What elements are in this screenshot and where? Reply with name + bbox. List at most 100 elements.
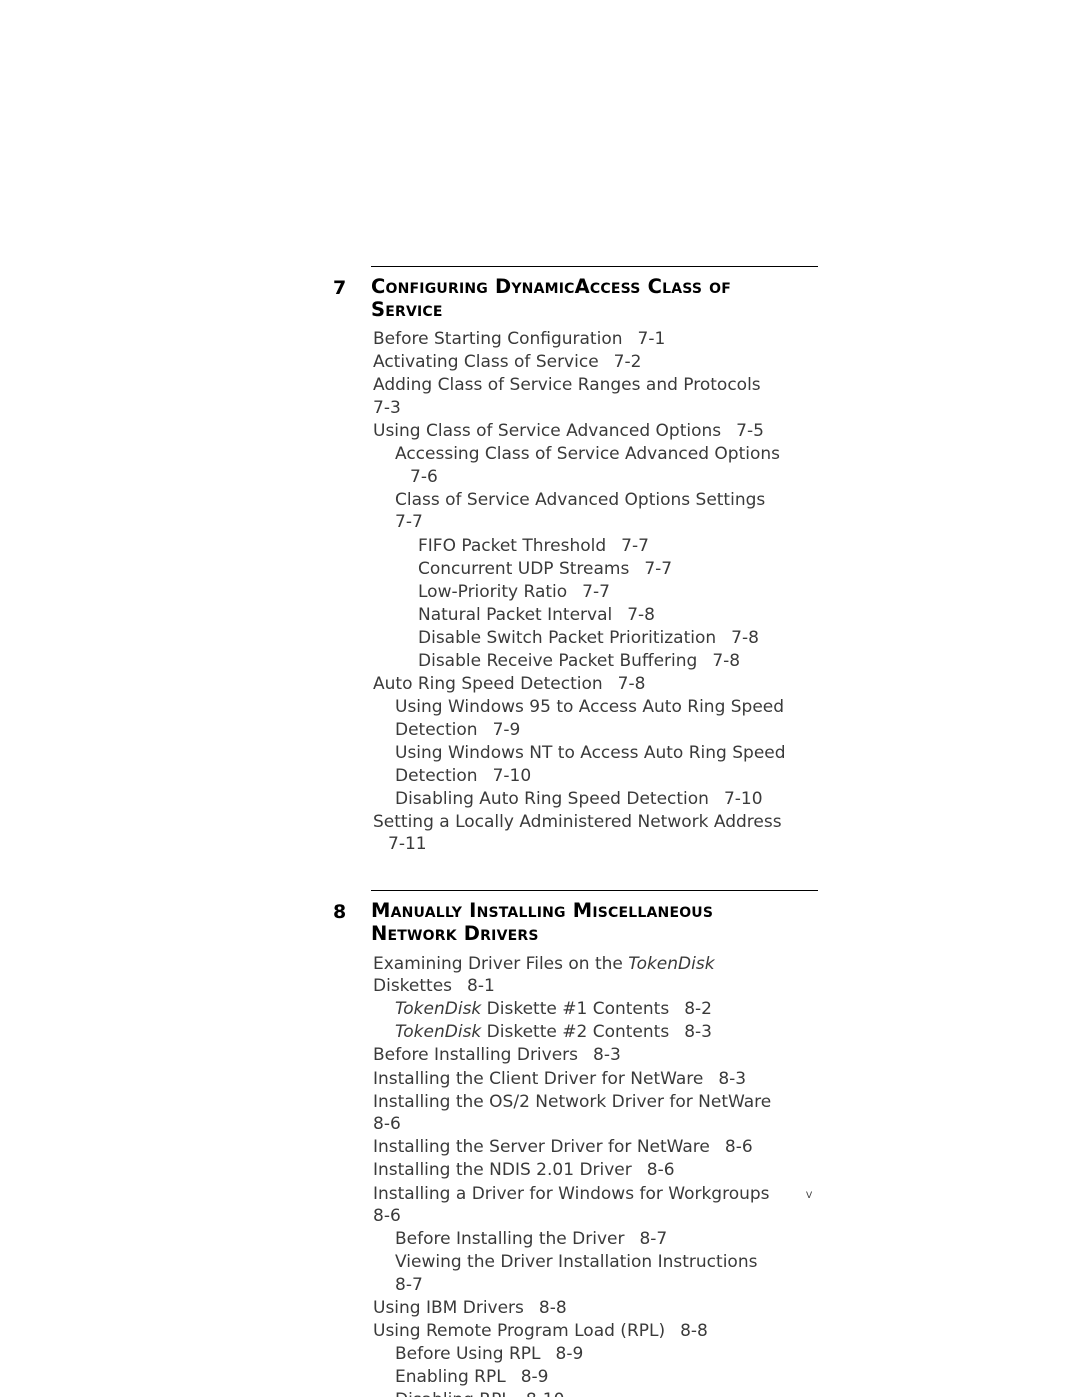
toc-entry-title: Enabling RPL [395, 1367, 506, 1388]
chapter-section: 7 Configuring DynamicAccess Class of Serv… [333, 266, 833, 856]
toc-entry[interactable]: Using Windows NT to Access Auto Ring Spe… [395, 742, 793, 788]
toc-entry[interactable]: Before Using RPL 8-9 [395, 1343, 793, 1366]
toc-entry-page-number: 7-8 [712, 651, 741, 672]
toc-entry-title: TokenDisk Diskette #1 Contents [395, 999, 670, 1020]
toc-entry[interactable]: TokenDisk Diskette #1 Contents 8-2 [395, 998, 793, 1021]
toc-entry-page-number: 8-2 [684, 999, 712, 1020]
chapter-number: 7 [333, 277, 347, 299]
toc-entry-title: Natural Packet Interval [418, 604, 613, 625]
chapter-heading[interactable]: 8 Manually Installing Miscellaneous Netwo… [333, 890, 833, 945]
toc-entry-title: Using Windows 95 to Access Auto Ring Spe… [395, 697, 785, 740]
footer-page-number: v [806, 1186, 813, 1202]
toc-entry-title: Disabling RPL [395, 1390, 511, 1397]
toc-entry[interactable]: TokenDisk Diskette #2 Contents 8-3 [395, 1021, 793, 1044]
chapter-heading[interactable]: 7 Configuring DynamicAccess Class of Serv… [333, 266, 833, 321]
toc-entry-title: Setting a Locally Administered Network A… [373, 811, 782, 832]
toc-entry-title: Adding Class of Service Ranges and Proto… [373, 375, 761, 396]
toc-entry-title: Auto Ring Speed Detection [373, 674, 603, 695]
toc-entry-page-number: 7-8 [617, 674, 646, 695]
toc-entry-page-number: 8-9 [555, 1344, 584, 1365]
toc-entry-title: Activating Class of Service [373, 352, 599, 373]
toc-entry[interactable]: Installing the NDIS 2.01 Driver 8-6 [373, 1159, 793, 1182]
toc-entry-page-number: 8-1 [467, 976, 495, 997]
toc-entry[interactable]: Installing the OS/2 Network Driver for N… [373, 1091, 793, 1137]
toc-entry[interactable]: Auto Ring Speed Detection 7-8 [373, 673, 793, 696]
toc-entry[interactable]: Disable Switch Packet Prioritization 7-8 [418, 627, 793, 650]
toc-entry-page-number: 8-6 [373, 1206, 401, 1227]
toc-entry-page-number: 8-10 [526, 1390, 565, 1397]
toc-entry-title: Before Installing Drivers [373, 1045, 579, 1066]
toc-entry[interactable]: Disabling Auto Ring Speed Detection 7-10 [395, 788, 793, 811]
toc-entry-title: Installing the OS/2 Network Driver for N… [373, 1091, 772, 1112]
toc-entry[interactable]: Enabling RPL 8-9 [395, 1366, 793, 1389]
toc-entry-title: Before Using RPL [395, 1344, 541, 1365]
toc-entry-title: Examining Driver Files on the TokenDisk … [373, 953, 715, 997]
chapter-entry-list: Examining Driver Files on the TokenDisk … [333, 953, 833, 1397]
toc-entry-page-number: 8-8 [538, 1298, 567, 1318]
toc-entry[interactable]: Activating Class of Service 7-2 [373, 351, 793, 374]
toc-entry[interactable]: Installing the Client Driver for NetWare… [373, 1068, 793, 1091]
toc-entry[interactable]: Accessing Class of Service Advanced Opti… [395, 443, 793, 489]
toc-entry-page-number: 7-6 [410, 466, 438, 487]
toc-entry[interactable]: Adding Class of Service Ranges and Proto… [373, 374, 793, 420]
toc-entry-title: Before Starting Configuration [373, 329, 623, 350]
toc-entry[interactable]: FIFO Packet Threshold 7-7 [418, 535, 793, 558]
toc-entry-title: Accessing Class of Service Advanced Opti… [395, 444, 781, 465]
toc-entry-title: Installing a Driver for Windows for Work… [373, 1183, 770, 1204]
toc-entry-page-number: 7-7 [582, 581, 610, 602]
toc-entry-page-number: 8-9 [520, 1367, 549, 1388]
toc-entry-title: Disable Receive Packet Buffering [418, 651, 698, 672]
toc-entry[interactable]: Using Windows 95 to Access Auto Ring Spe… [395, 696, 793, 742]
toc-entry[interactable]: Installing the Server Driver for NetWare… [373, 1136, 793, 1159]
chapter-rule [371, 266, 818, 267]
toc-entry-page-number: 7-7 [621, 535, 649, 556]
chapter-entry-list: Before Starting Configuration 7-1 Activati… [333, 328, 833, 856]
toc-entry[interactable]: Disabling RPL 8-10 [395, 1389, 793, 1397]
toc-entry[interactable]: Low-Priority Ratio 7-7 [418, 581, 793, 604]
toc-entry-page-number: 7-11 [388, 834, 427, 855]
toc-entry[interactable]: Natural Packet Interval 7-8 [418, 604, 793, 627]
chapter-number: 8 [333, 901, 347, 924]
toc-entry-title: Disable Switch Packet Prioritization [418, 627, 717, 648]
toc-entry[interactable]: Before Installing Drivers 8-3 [373, 1044, 793, 1067]
emphasized-term: TokenDisk [395, 1022, 482, 1043]
toc-entry[interactable]: Setting a Locally Administered Network A… [373, 811, 793, 857]
toc-entry-page-number: 7-3 [373, 398, 401, 418]
toc-entry-title: Using Class of Service Advanced Options [373, 421, 722, 442]
toc-entry[interactable]: Examining Driver Files on the TokenDisk … [373, 953, 793, 999]
toc-entry-page-number: 8-6 [724, 1137, 753, 1158]
toc-entry-title: Disabling Auto Ring Speed Detection [395, 788, 709, 809]
toc-entry[interactable]: Concurrent UDP Streams 7-7 [418, 558, 793, 581]
toc-entry[interactable]: Using IBM Drivers 8-8 [373, 1297, 793, 1320]
table-of-contents: 7 Configuring DynamicAccess Class of Serv… [333, 266, 833, 1397]
toc-entry-page-number: 8-3 [593, 1045, 621, 1066]
toc-entry-page-number: 8-7 [639, 1229, 668, 1250]
toc-entry-page-number: 7-9 [492, 719, 521, 740]
toc-entry-page-number: 7-10 [723, 788, 763, 809]
toc-entry[interactable]: Class of Service Advanced Options Settin… [395, 489, 793, 535]
toc-entry[interactable]: Using Remote Program Load (RPL) 8-8 [373, 1320, 793, 1343]
toc-entry-title: Using Windows NT to Access Auto Ring Spe… [395, 742, 786, 786]
toc-entry[interactable]: Before Starting Configuration 7-1 [373, 328, 793, 351]
toc-entry[interactable]: Disable Receive Packet Buffering 7-8 [418, 650, 793, 673]
toc-entry-title: Before Installing the Driver [395, 1229, 625, 1250]
chapter-rule [371, 890, 818, 892]
toc-entry-page-number: 8-8 [680, 1321, 708, 1342]
toc-entry-page-number: 8-3 [684, 1022, 712, 1043]
toc-page: 7 Configuring DynamicAccess Class of Serv… [0, 0, 1080, 1397]
toc-entry-title: Low-Priority Ratio [418, 581, 568, 602]
toc-entry-title: Viewing the Driver Installation Instruct… [395, 1252, 758, 1273]
toc-entry-page-number: 7-2 [613, 352, 642, 373]
toc-entry[interactable]: Viewing the Driver Installation Instruct… [395, 1251, 793, 1297]
chapter-title: Manually Installing Miscellaneous Networ… [371, 899, 714, 945]
toc-entry-title: Class of Service Advanced Options Settin… [395, 489, 766, 510]
toc-entry-page-number: 8-6 [646, 1160, 675, 1181]
toc-entry[interactable]: Before Installing the Driver 8-7 [395, 1228, 793, 1251]
toc-entry-title: Using IBM Drivers [373, 1298, 524, 1318]
toc-entry-title: Using Remote Program Load (RPL) [373, 1321, 666, 1342]
toc-entry[interactable]: Using Class of Service Advanced Options 7… [373, 420, 793, 443]
toc-entry-title: Installing the Server Driver for NetWare [373, 1137, 710, 1158]
toc-entry-page-number: 8-3 [718, 1068, 747, 1089]
toc-entry[interactable]: Installing a Driver for Windows for Work… [373, 1183, 793, 1229]
chapter-section: 8 Manually Installing Miscellaneous Netwo… [333, 890, 833, 1397]
